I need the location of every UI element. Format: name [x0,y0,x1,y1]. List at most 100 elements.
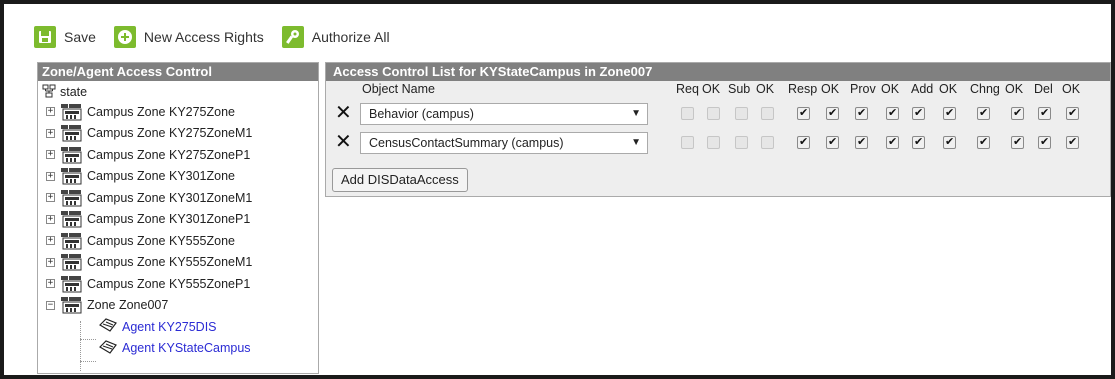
col-add-ok: OK [939,82,958,96]
permission-checkbox-checked[interactable] [1066,135,1079,149]
col-prov-ok: OK [881,82,900,96]
col-prov: Prov [850,82,876,96]
permission-checkbox-unchecked[interactable] [681,107,694,120]
acl-panel-title: Access Control List for KYStateCampus in… [326,63,1110,81]
expand-icon[interactable]: + [46,193,55,203]
permission-checkbox-checked[interactable] [855,135,868,149]
tree-root[interactable]: state [38,83,318,101]
tree-zone-item[interactable]: + Campus Zone KY301Zone [38,166,318,188]
tree-zone-item[interactable]: + Campus Zone KY275ZoneM1 [38,123,318,145]
permission-checkbox-checked[interactable] [912,106,925,120]
save-button[interactable]: Save [34,26,96,48]
permission-checkbox-checked[interactable] [912,135,925,149]
tree-agent-label[interactable]: Agent KYStateCampus [122,341,251,355]
permission-checkbox-unchecked[interactable] [707,136,720,149]
permission-checkbox-unchecked[interactable] [707,107,720,120]
tree-agent-label[interactable]: Agent KY275DIS [122,320,217,334]
permission-checkbox-checked[interactable] [977,106,990,120]
permission-checkbox-checked[interactable] [886,106,899,120]
tree-zone-item[interactable]: + Campus Zone KY301ZoneM1 [38,187,318,209]
acl-row: ✕ CensusContactSummary (campus) ▼ [326,128,1110,157]
expand-icon[interactable]: + [46,279,55,289]
add-dis-data-access-button[interactable]: Add DISDataAccess [332,168,468,192]
expand-icon[interactable]: + [46,107,55,117]
col-resp-ok: OK [821,82,840,96]
tree-zone-item[interactable]: + Campus Zone KY275ZoneP1 [38,144,318,166]
zone-icon [60,232,84,250]
permission-checkbox-checked[interactable] [826,135,839,149]
tree-zone-item[interactable]: + Campus Zone KY301ZoneP1 [38,209,318,231]
col-add: Add [911,82,934,96]
zone-icon [60,253,84,271]
tree-zone-item[interactable]: + Campus Zone KY555Zone [38,230,318,252]
tree-zone-label: Campus Zone KY555Zone [87,233,236,248]
permission-checkbox-checked[interactable] [797,135,810,149]
save-icon [34,26,56,48]
zone-agent-panel-title: Zone/Agent Access Control [38,63,318,81]
object-name-select[interactable]: CensusContactSummary (campus) ▼ [360,132,648,154]
tree-zone-item[interactable]: + Campus Zone KY555ZoneP1 [38,273,318,295]
object-name-value: CensusContactSummary (campus) [369,136,564,150]
key-icon [281,26,304,48]
permission-checkbox-checked[interactable] [855,106,868,120]
zone-icon [60,210,84,228]
tree-zone-item[interactable]: + Campus Zone KY555ZoneM1 [38,252,318,274]
permission-checkbox-checked[interactable] [943,106,956,120]
delete-row-icon[interactable]: ✕ [335,131,352,151]
permission-checkbox-unchecked[interactable] [735,136,748,149]
save-label: Save [64,29,96,45]
network-icon [42,84,56,101]
object-name-value: Behavior (campus) [369,107,474,121]
permission-checkbox-unchecked[interactable] [681,136,694,149]
tree-zone-item[interactable]: − Zone Zone007 [38,295,318,317]
authorize-all-button[interactable]: Authorize All [281,26,390,48]
permission-checkbox-checked[interactable] [1038,106,1051,120]
tree-zone-item[interactable]: + Campus Zone KY275Zone [38,101,318,123]
zone-icon [60,275,84,293]
col-chng-ok: OK [1005,82,1024,96]
tree-zone-label: Zone Zone007 [87,298,169,313]
tree-zone-label: Campus Zone KY275Zone [87,104,236,119]
col-req-ok: OK [702,82,721,96]
delete-row-icon[interactable]: ✕ [335,102,352,122]
tree-zone-label: Campus Zone KY301Zone [87,169,236,184]
permission-checkbox-unchecked[interactable] [761,136,774,149]
permission-checkbox-checked[interactable] [1066,106,1079,120]
expand-icon[interactable]: + [46,171,55,181]
permission-checkbox-checked[interactable] [943,135,956,149]
permission-checkbox-checked[interactable] [886,135,899,149]
collapse-icon[interactable]: − [46,300,55,310]
tree-zone-label: Campus Zone KY275ZoneP1 [87,147,251,162]
tree-zone-label: Campus Zone KY301ZoneM1 [87,190,253,205]
permission-checkbox-unchecked[interactable] [761,107,774,120]
zone-icon [60,103,84,121]
permission-checkbox-unchecked[interactable] [735,107,748,120]
expand-icon[interactable]: + [46,214,55,224]
col-object-name: Object Name [362,82,435,96]
new-access-rights-button[interactable]: New Access Rights [113,26,264,48]
tree-connector [80,339,96,340]
zone-icon [60,167,84,185]
tree-zone-label: Campus Zone KY555ZoneM1 [87,255,253,270]
object-name-select[interactable]: Behavior (campus) ▼ [360,103,648,125]
dropdown-arrow-icon: ▼ [631,108,641,119]
col-chng: Chng [970,82,1000,96]
permission-checkbox-checked[interactable] [1011,106,1024,120]
agent-icon [98,317,118,336]
expand-icon[interactable]: + [46,236,55,246]
acl-column-headers: Object Name Req OK Sub OK Resp OK Prov O… [326,81,1110,99]
zone-icon [60,296,84,314]
tree-connector [80,361,96,362]
acl-panel: Access Control List for KYStateCampus in… [325,62,1111,197]
permission-checkbox-checked[interactable] [1011,135,1024,149]
permission-checkbox-checked[interactable] [1038,135,1051,149]
zone-icon [60,146,84,164]
expand-icon[interactable]: + [46,128,55,138]
permission-checkbox-checked[interactable] [977,135,990,149]
expand-icon[interactable]: + [46,257,55,267]
permission-checkbox-checked[interactable] [797,106,810,120]
col-sub: Sub [728,82,751,96]
dropdown-arrow-icon: ▼ [631,137,641,148]
expand-icon[interactable]: + [46,150,55,160]
permission-checkbox-checked[interactable] [826,106,839,120]
